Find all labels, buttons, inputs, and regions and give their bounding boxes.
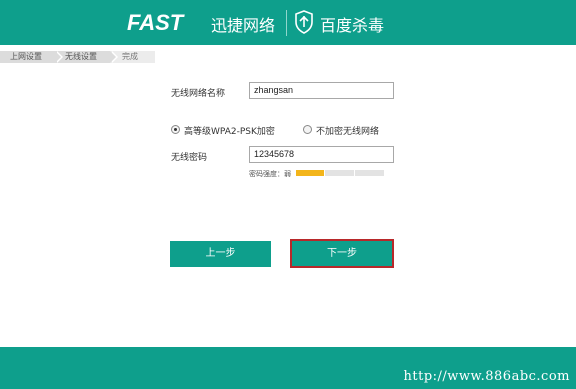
watermark: http://www.886abc.com [403,369,570,384]
radio-wpa2[interactable] [171,125,180,134]
logo-divider [286,10,287,36]
radio-no-encryption-label[interactable]: 不加密无线网络 [316,124,379,137]
shield-icon [295,10,313,34]
password-input[interactable]: 12345678 [249,146,394,163]
partner-name: 百度杀毒 [320,16,385,35]
breadcrumb: 上网设置 无线设置 完成 [0,51,155,63]
strength-segment-3 [355,170,384,176]
strength-segment-1 [296,170,324,176]
radio-wpa2-label[interactable]: 高等级WPA2-PSK加密 [184,124,275,137]
radio-no-encryption[interactable] [303,125,312,134]
brand-logo: FAST [127,10,184,35]
strength-segment-2 [325,170,354,176]
header-bar: FAST 迅捷网络 百度杀毒 [0,0,576,45]
ssid-input[interactable]: zhangsan [249,82,394,99]
ssid-label: 无线网络名称 [171,89,226,99]
next-step-button[interactable]: 下一步 [290,239,394,268]
password-strength-label: 密码强度：弱 [249,170,291,178]
breadcrumb-step-network: 上网设置 [0,51,63,63]
brand-name-cn: 迅捷网络 [211,16,276,35]
prev-step-button[interactable]: 上一步 [170,241,271,267]
password-label: 无线密码 [171,153,208,163]
breadcrumb-step-wireless: 无线设置 [55,51,118,63]
